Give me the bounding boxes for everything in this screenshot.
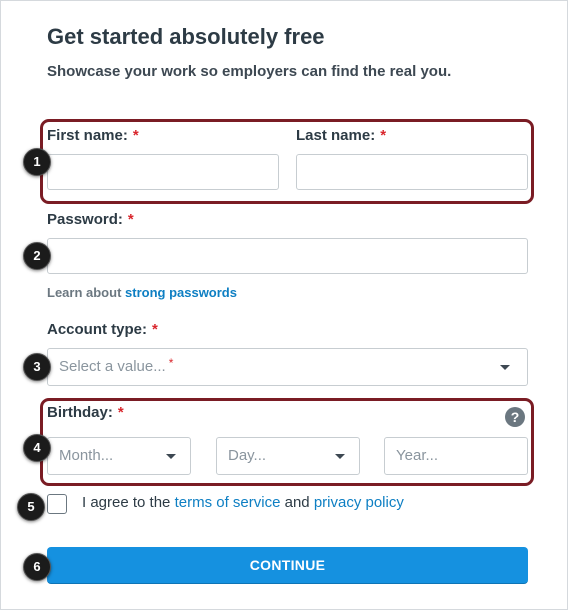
account-type-select[interactable]: Select a value... * bbox=[47, 348, 528, 386]
required-marker: * bbox=[152, 321, 158, 338]
password-hint: Learn about strong passwords bbox=[47, 285, 237, 300]
strong-passwords-link[interactable]: strong passwords bbox=[125, 285, 237, 300]
chevron-down-icon bbox=[500, 365, 510, 370]
birthday-label: Birthday: * bbox=[47, 404, 124, 421]
first-name-input[interactable] bbox=[47, 154, 279, 190]
birth-day-placeholder: Day... bbox=[228, 447, 267, 464]
account-type-label: Account type: * bbox=[47, 321, 158, 338]
callout-badge-4: 4 bbox=[23, 434, 51, 462]
birth-month-placeholder: Month... bbox=[59, 447, 114, 464]
last-name-input[interactable] bbox=[296, 154, 528, 190]
privacy-policy-link[interactable]: privacy policy bbox=[314, 494, 404, 511]
first-name-label: First name: * bbox=[47, 127, 139, 144]
required-marker: * bbox=[380, 127, 387, 144]
page-title: Get started absolutely free bbox=[47, 24, 325, 49]
birth-year-placeholder: Year... bbox=[396, 447, 438, 464]
help-icon[interactable]: ? bbox=[505, 407, 525, 427]
page-subtitle: Showcase your work so employers can find… bbox=[47, 63, 452, 80]
required-marker: * bbox=[132, 127, 139, 144]
continue-button[interactable]: CONTINUE bbox=[47, 547, 528, 584]
signup-panel bbox=[0, 0, 568, 610]
agree-checkbox[interactable] bbox=[47, 494, 67, 514]
terms-of-service-link[interactable]: terms of service bbox=[175, 494, 281, 511]
callout-badge-1: 1 bbox=[23, 148, 51, 176]
password-input[interactable] bbox=[47, 238, 528, 274]
chevron-down-icon bbox=[335, 454, 345, 459]
required-marker: * bbox=[168, 356, 174, 370]
chevron-down-icon bbox=[166, 454, 176, 459]
required-marker: * bbox=[127, 211, 134, 228]
callout-badge-5: 5 bbox=[17, 493, 45, 521]
password-label: Password: * bbox=[47, 211, 134, 228]
callout-badge-6: 6 bbox=[23, 553, 51, 581]
birth-year-input[interactable]: Year... bbox=[384, 437, 528, 475]
callout-badge-3: 3 bbox=[23, 353, 51, 381]
callout-badge-2: 2 bbox=[23, 242, 51, 270]
agree-text: I agree to the terms of service and priv… bbox=[82, 494, 404, 511]
account-type-placeholder: Select a value... bbox=[59, 358, 166, 375]
birth-day-select[interactable]: Day... bbox=[216, 437, 360, 475]
birth-month-select[interactable]: Month... bbox=[47, 437, 191, 475]
required-marker: * bbox=[117, 404, 124, 421]
last-name-label: Last name: * bbox=[296, 127, 387, 144]
